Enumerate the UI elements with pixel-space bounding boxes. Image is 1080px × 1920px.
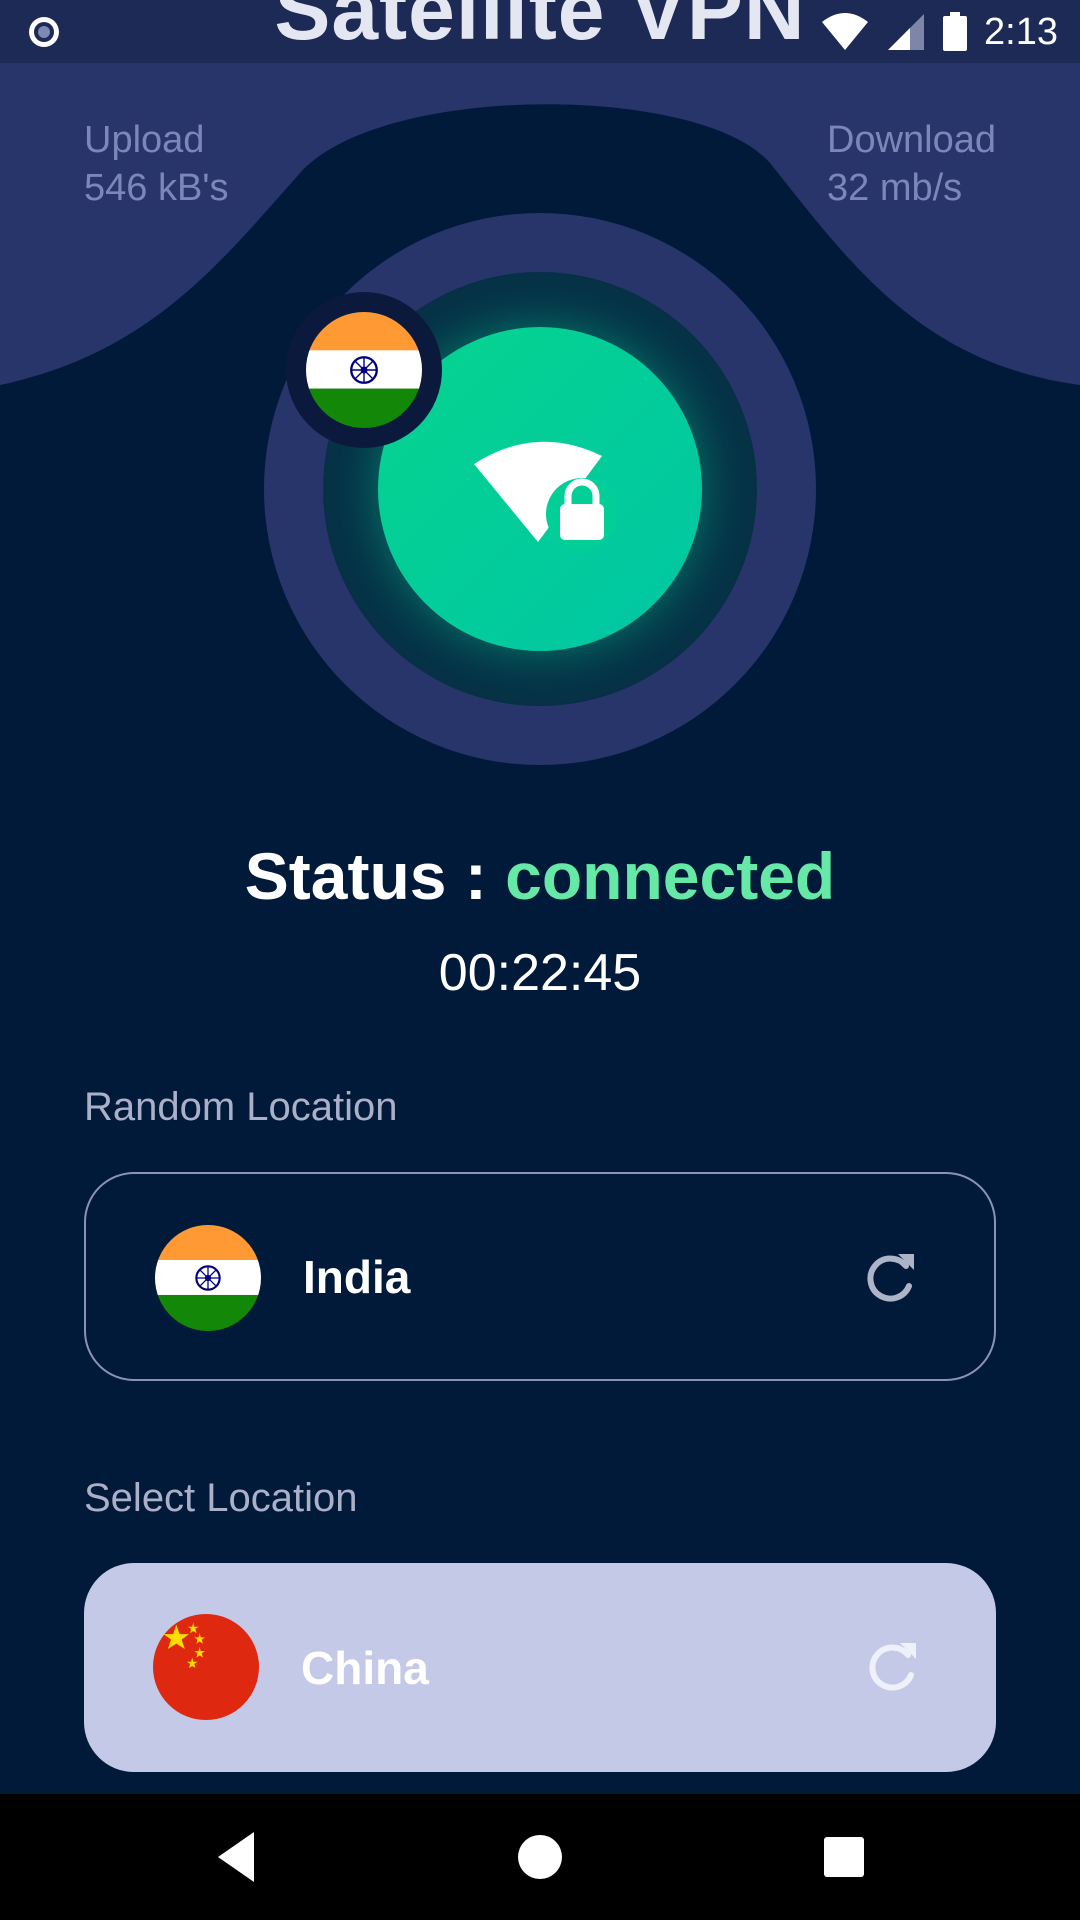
cellular-icon xyxy=(888,14,925,50)
recording-icon xyxy=(29,17,59,47)
random-location-country: India xyxy=(303,1250,411,1303)
download-value: 32 mb/s xyxy=(827,167,963,209)
refresh-icon[interactable] xyxy=(864,1639,920,1695)
upload-stat: Upload 546 kB's xyxy=(84,116,229,212)
random-location-card[interactable]: India xyxy=(84,1172,996,1381)
wifi-icon xyxy=(822,13,869,50)
china-flag-icon xyxy=(153,1614,259,1720)
select-location-country: China xyxy=(301,1641,429,1694)
status-bar: Satellite VPN 2:13 xyxy=(0,0,1080,63)
upload-label: Upload xyxy=(84,119,205,161)
clock: 2:13 xyxy=(984,10,1058,53)
status-label: Status : xyxy=(244,839,506,913)
upload-value: 546 kB's xyxy=(84,167,229,209)
india-flag-icon xyxy=(155,1225,261,1331)
recents-icon[interactable] xyxy=(811,1824,877,1890)
select-location-card[interactable]: China xyxy=(84,1563,996,1772)
home-icon[interactable] xyxy=(507,1824,573,1890)
back-icon[interactable] xyxy=(206,1824,272,1890)
random-location-label: Random Location xyxy=(84,1085,398,1129)
status-value: connected xyxy=(505,839,836,913)
battery-icon xyxy=(943,12,968,51)
download-label: Download xyxy=(827,119,996,161)
connection-timer: 00:22:45 xyxy=(438,944,642,1002)
refresh-icon[interactable] xyxy=(862,1250,918,1306)
select-location-label: Select Location xyxy=(84,1476,358,1520)
connection-status: Status : connected xyxy=(0,838,1080,914)
system-nav-bar xyxy=(0,1794,1080,1920)
current-location-flag xyxy=(286,292,442,448)
india-flag-icon xyxy=(306,312,422,428)
download-stat: Download 32 mb/s xyxy=(827,116,996,212)
wifi-lock-icon xyxy=(474,441,616,550)
